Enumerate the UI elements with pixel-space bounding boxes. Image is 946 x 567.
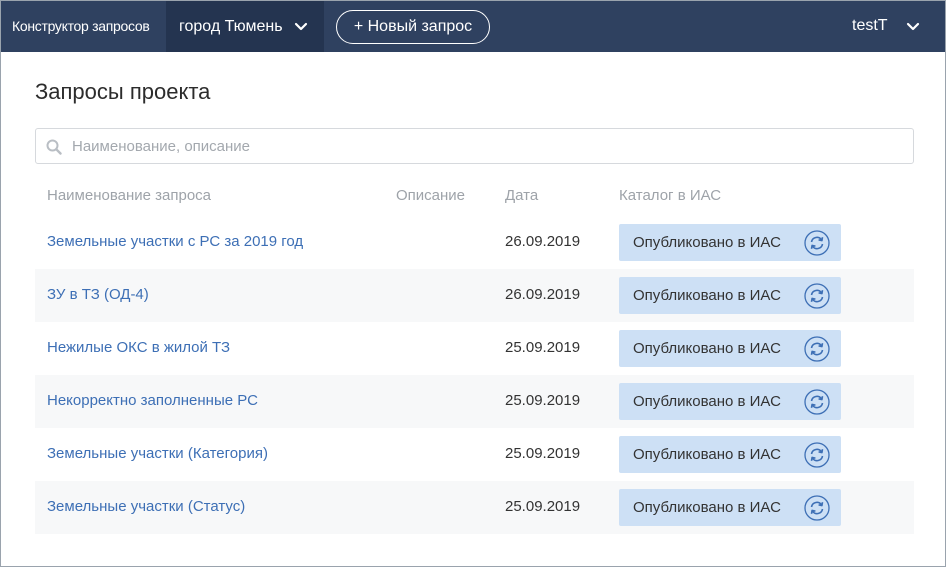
- status-label: Опубликовано в ИАС: [633, 446, 781, 463]
- refresh-icon[interactable]: [804, 336, 830, 362]
- request-date: 25.09.2019: [505, 339, 581, 356]
- request-name-link[interactable]: Нежилые ОКС в жилой ТЗ: [47, 339, 230, 356]
- search-icon: [46, 139, 62, 155]
- column-header-name[interactable]: Наименование запроса: [47, 187, 211, 204]
- request-date: 26.09.2019: [505, 233, 581, 250]
- user-name: testT: [852, 17, 888, 34]
- table-row: Некорректно заполненные РС 25.09.2019 Оп…: [35, 375, 914, 428]
- request-name-link[interactable]: Земельные участки с РС за 2019 год: [47, 233, 303, 250]
- search-input[interactable]: [72, 129, 902, 163]
- request-name-link[interactable]: Земельные участки (Статус): [47, 498, 245, 515]
- status-badge[interactable]: Опубликовано в ИАС: [619, 224, 841, 261]
- city-label: город Тюмень: [179, 17, 283, 35]
- status-label: Опубликовано в ИАС: [633, 393, 781, 410]
- request-name-link[interactable]: ЗУ в ТЗ (ОД-4): [47, 286, 149, 303]
- status-badge[interactable]: Опубликовано в ИАС: [619, 330, 841, 367]
- user-menu[interactable]: testT: [835, 1, 945, 52]
- request-date: 25.09.2019: [505, 498, 581, 515]
- new-request-button[interactable]: + Новый запрос: [336, 10, 490, 44]
- refresh-icon[interactable]: [804, 495, 830, 521]
- page-title: Запросы проекта: [35, 79, 211, 104]
- refresh-icon[interactable]: [804, 389, 830, 415]
- refresh-icon[interactable]: [804, 442, 830, 468]
- status-label: Опубликовано в ИАС: [633, 287, 781, 304]
- column-header-description[interactable]: Описание: [396, 187, 465, 204]
- table-row: Земельные участки с РС за 2019 год 26.09…: [35, 216, 914, 269]
- column-header-date[interactable]: Дата: [505, 187, 538, 204]
- app-window: Конструктор запросов город Тюмень + Новы…: [0, 0, 946, 567]
- status-label: Опубликовано в ИАС: [633, 340, 781, 357]
- status-badge[interactable]: Опубликовано в ИАС: [619, 436, 841, 473]
- request-date: 25.09.2019: [505, 392, 581, 409]
- requests-table: Земельные участки с РС за 2019 год 26.09…: [35, 216, 914, 534]
- city-selector[interactable]: город Тюмень: [166, 1, 324, 52]
- status-badge[interactable]: Опубликовано в ИАС: [619, 277, 841, 314]
- app-title[interactable]: Конструктор запросов: [12, 1, 150, 52]
- column-header-catalog[interactable]: Каталог в ИАС: [619, 187, 721, 204]
- request-date: 26.09.2019: [505, 286, 581, 303]
- status-badge[interactable]: Опубликовано в ИАС: [619, 489, 841, 526]
- chevron-down-icon: [294, 22, 308, 31]
- status-badge[interactable]: Опубликовано в ИАС: [619, 383, 841, 420]
- chevron-down-icon: [906, 22, 920, 31]
- search-box: [35, 128, 914, 164]
- status-label: Опубликовано в ИАС: [633, 234, 781, 251]
- table-row: Земельные участки (Категория) 25.09.2019…: [35, 428, 914, 481]
- table-row: Земельные участки (Статус) 25.09.2019 Оп…: [35, 481, 914, 534]
- request-date: 25.09.2019: [505, 445, 581, 462]
- request-name-link[interactable]: Земельные участки (Категория): [47, 445, 268, 462]
- refresh-icon[interactable]: [804, 283, 830, 309]
- refresh-icon[interactable]: [804, 230, 830, 256]
- table-header: Наименование запроса Описание Дата Катал…: [35, 187, 914, 207]
- table-row: Нежилые ОКС в жилой ТЗ 25.09.2019 Опубли…: [35, 322, 914, 375]
- status-label: Опубликовано в ИАС: [633, 499, 781, 516]
- request-name-link[interactable]: Некорректно заполненные РС: [47, 392, 258, 409]
- table-row: ЗУ в ТЗ (ОД-4) 26.09.2019 Опубликовано в…: [35, 269, 914, 322]
- top-navbar: Конструктор запросов город Тюмень + Новы…: [1, 1, 945, 52]
